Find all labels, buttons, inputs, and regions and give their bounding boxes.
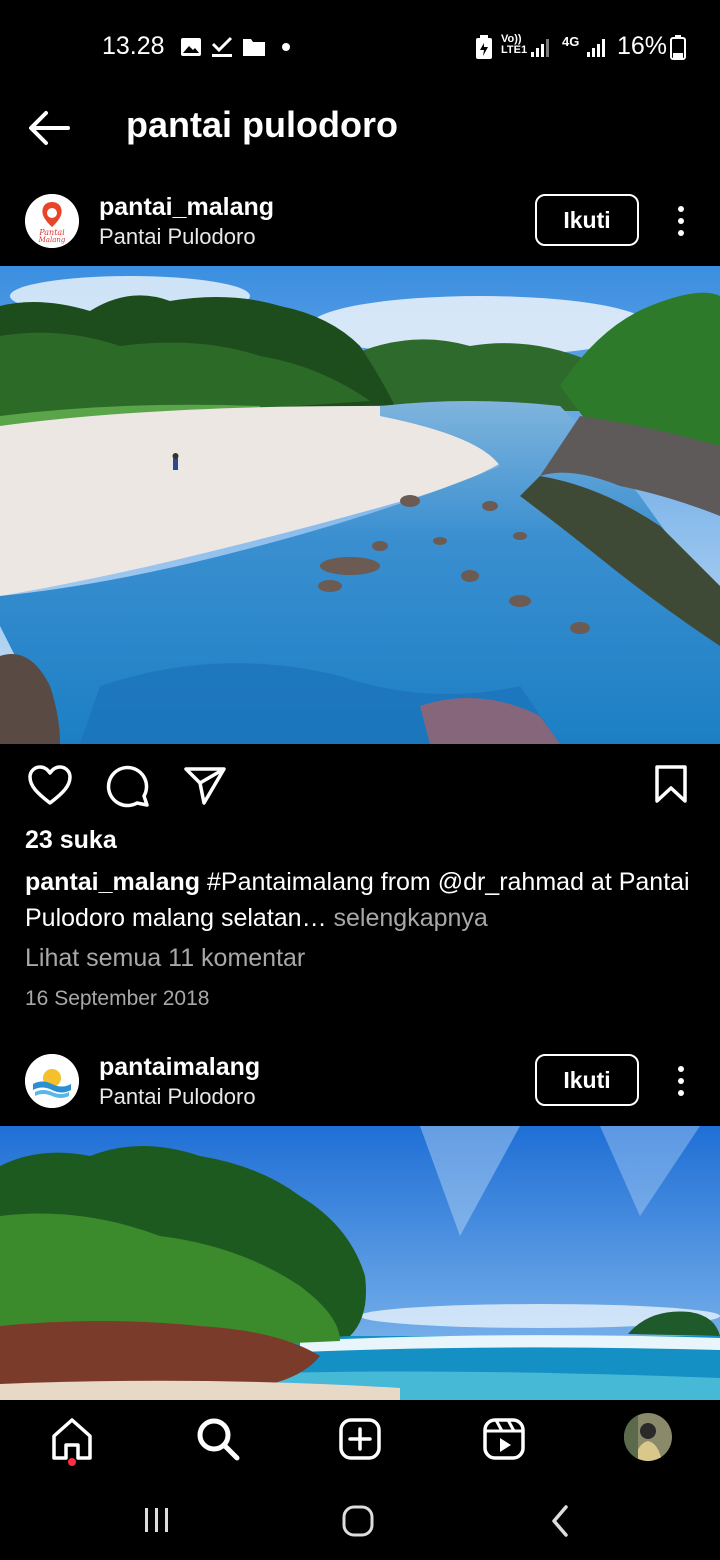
system-back-icon[interactable] xyxy=(548,1504,572,1538)
like-count[interactable]: 23 suka xyxy=(25,826,117,855)
pantaimalang-logo xyxy=(25,1054,79,1108)
save-bookmark-icon[interactable] xyxy=(652,764,690,804)
post-date: 16 September 2018 xyxy=(25,987,210,1010)
caption-username[interactable]: pantai_malang xyxy=(25,868,200,896)
pantai-malang-logo: Pantai Malang xyxy=(25,194,79,248)
post-location[interactable]: Pantai Pulodoro xyxy=(99,224,256,250)
post-location[interactable]: Pantai Pulodoro xyxy=(99,1084,256,1110)
signal-strength-2-icon xyxy=(587,39,605,57)
battery-percent: 16% xyxy=(617,32,668,60)
search-icon[interactable] xyxy=(193,1414,243,1464)
post-username[interactable]: pantaimalang xyxy=(99,1053,260,1082)
svg-text:Malang: Malang xyxy=(38,236,66,244)
volte-label: Vo)) LTE1 xyxy=(501,33,528,56)
page-title: pantai pulodoro xyxy=(126,104,398,145)
signal-strength-icon xyxy=(531,39,549,57)
follow-button[interactable]: Ikuti xyxy=(535,194,639,246)
back-arrow-icon[interactable] xyxy=(22,100,78,156)
data-type-label: 4G xyxy=(562,34,580,49)
folder-notification-icon xyxy=(243,39,265,56)
recent-apps-icon[interactable] xyxy=(142,1506,172,1534)
status-time: 13.28 xyxy=(102,32,165,60)
download-done-notification-icon xyxy=(211,36,233,57)
like-heart-icon[interactable] xyxy=(27,764,73,806)
follow-button[interactable]: Ikuti xyxy=(535,1054,639,1106)
home-button-icon[interactable] xyxy=(341,1504,375,1538)
create-post-icon[interactable] xyxy=(335,1414,385,1464)
more-options-icon[interactable] xyxy=(666,1061,696,1101)
more-notifications-dot-icon xyxy=(282,43,290,51)
system-navigation-bar xyxy=(0,1478,720,1560)
battery-saver-icon xyxy=(476,35,492,59)
profile-photo xyxy=(624,1413,672,1461)
status-bar: 13.28 Vo)) LTE1 4G 16% xyxy=(0,0,720,92)
more-options-icon[interactable] xyxy=(666,201,696,241)
gallery-notification-icon xyxy=(181,38,201,56)
post-avatar[interactable] xyxy=(25,1054,79,1108)
profile-avatar[interactable] xyxy=(624,1413,672,1461)
post-username[interactable]: pantai_malang xyxy=(99,193,274,222)
caption-more-link[interactable]: selengkapnya xyxy=(334,904,488,932)
home-icon[interactable] xyxy=(47,1414,97,1464)
notification-dot xyxy=(68,1458,76,1466)
post-avatar[interactable]: Pantai Malang xyxy=(25,194,79,248)
comment-icon[interactable] xyxy=(104,764,150,808)
post-photo[interactable] xyxy=(0,266,720,744)
beach-lagoon-photo xyxy=(0,266,720,744)
beach-sea-photo xyxy=(0,1126,720,1400)
battery-icon xyxy=(670,35,686,60)
share-send-icon[interactable] xyxy=(182,764,228,806)
reels-icon[interactable] xyxy=(479,1414,529,1464)
caption-ellipsis: … xyxy=(301,904,327,932)
post-photo[interactable] xyxy=(0,1126,720,1400)
view-all-comments-link[interactable]: Lihat semua 11 komentar xyxy=(25,944,305,973)
bottom-navigation xyxy=(0,1400,720,1478)
post-caption: pantai_malang #Pantaimalang from @dr_rah… xyxy=(25,864,695,936)
